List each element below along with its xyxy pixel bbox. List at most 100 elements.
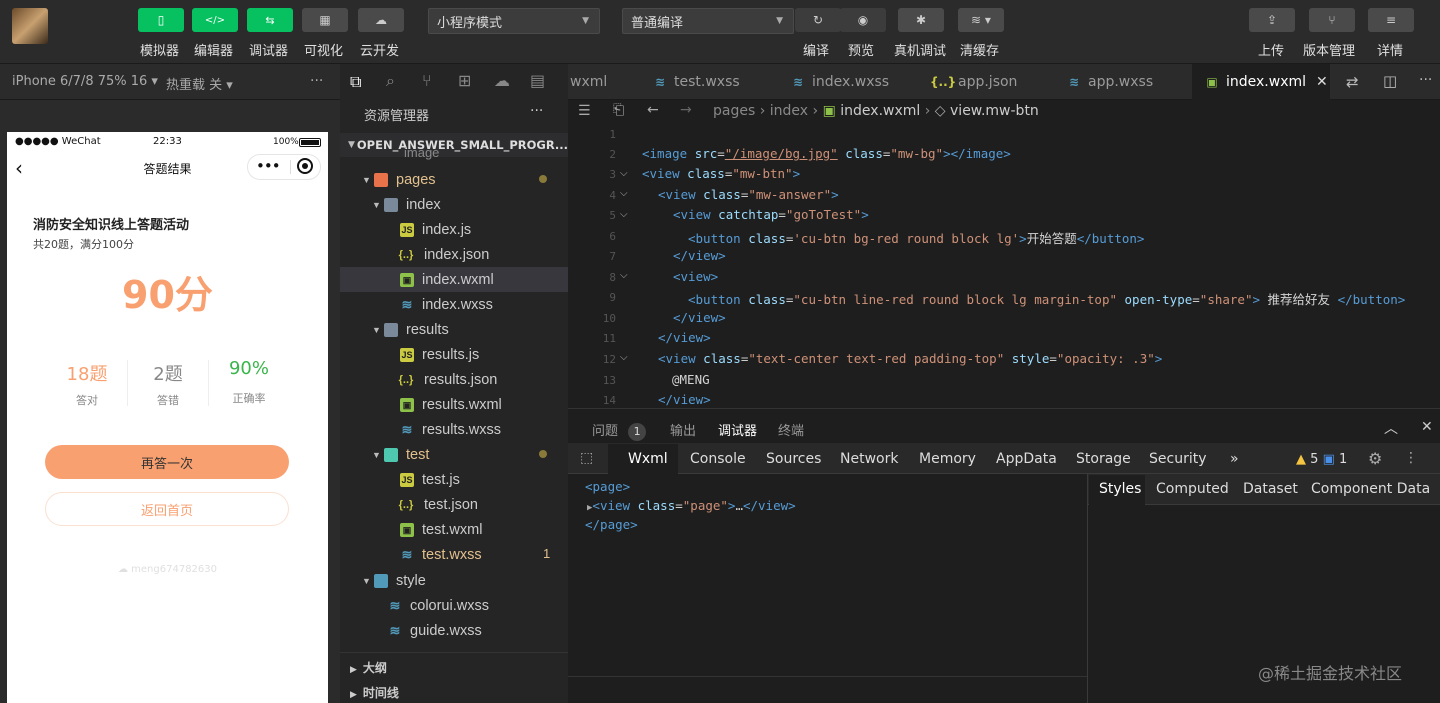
list-icon[interactable]: ☰ xyxy=(578,103,591,119)
tree-item-style-folder[interactable]: ▼ style xyxy=(340,568,568,593)
more-icon[interactable]: ··· xyxy=(1419,72,1432,88)
fold-icon[interactable]: ⌵ xyxy=(620,270,628,281)
compile-button[interactable]: ↻ xyxy=(795,8,841,32)
breadcrumb-item[interactable]: index xyxy=(770,103,808,119)
tab-component-data[interactable]: Component Data xyxy=(1311,481,1430,497)
tree-item-image[interactable]: image xyxy=(340,143,568,161)
tree-item-pages[interactable]: ▼ pages xyxy=(340,167,568,192)
mode-select[interactable]: 小程序模式 ▼ xyxy=(428,8,600,34)
devtab-memory[interactable]: Memory xyxy=(919,451,976,467)
tree-item-test-json[interactable]: {..} test.json xyxy=(340,492,568,517)
devtab-storage[interactable]: Storage xyxy=(1076,451,1131,467)
devtab-console[interactable]: Console xyxy=(690,451,746,467)
compare-icon[interactable]: ⇄ xyxy=(1346,73,1359,91)
tab-debugger[interactable]: 调试器 xyxy=(718,420,758,444)
close-icon[interactable]: ✕ xyxy=(1316,74,1328,90)
avatar[interactable] xyxy=(12,8,48,44)
devtab-security[interactable]: Security xyxy=(1149,451,1207,467)
tab-app-json[interactable]: {..} app.json xyxy=(916,64,1054,100)
tree-item-index-wxml[interactable]: ▣ index.wxml xyxy=(340,267,568,292)
breadcrumb-item[interactable]: pages xyxy=(713,103,755,119)
tab-problems[interactable]: 问题 1 xyxy=(592,420,647,441)
bookmark-icon[interactable]: ⎗ xyxy=(613,102,624,118)
breadcrumb-item[interactable]: view.mw-btn xyxy=(950,103,1039,119)
layout-icon[interactable]: ▤ xyxy=(530,71,545,90)
settings-gear-icon[interactable]: ⚙ xyxy=(1368,449,1382,468)
tab-output[interactable]: 输出 xyxy=(670,420,696,439)
tab-terminal[interactable]: 终端 xyxy=(778,420,804,439)
tree-item-results-json[interactable]: {..} results.json xyxy=(340,367,568,392)
tab-styles[interactable]: Styles xyxy=(1099,481,1141,497)
more-icon[interactable]: ••• xyxy=(256,157,281,175)
tree-item-guide-wxss[interactable]: ≋ guide.wxss xyxy=(340,618,568,643)
tab-wxml[interactable]: wxml xyxy=(568,64,640,100)
close-miniapp-icon[interactable] xyxy=(297,158,313,174)
editor-toggle-button[interactable]: </> xyxy=(192,8,238,32)
tab-dataset[interactable]: Dataset xyxy=(1243,481,1298,497)
tab-app-wxss[interactable]: ≋ app.wxss xyxy=(1054,64,1192,100)
devtab-sources[interactable]: Sources xyxy=(766,451,821,467)
tab-computed[interactable]: Computed xyxy=(1156,481,1229,497)
tree-item-test-folder[interactable]: ▼ test xyxy=(340,442,568,467)
tree-item-results-wxml[interactable]: ▣ results.wxml xyxy=(340,392,568,417)
preview-button[interactable]: ◉ xyxy=(840,8,886,32)
splitter[interactable] xyxy=(1087,474,1088,703)
visual-toggle-button[interactable]: ▦ xyxy=(302,8,348,32)
fold-icon[interactable]: ⌵ xyxy=(620,188,628,199)
devtab-network[interactable]: Network xyxy=(840,451,898,467)
tree-item-test-wxss[interactable]: ≋ test.wxss 1 xyxy=(340,542,568,567)
upload-button[interactable]: ⇪ xyxy=(1249,8,1295,32)
compile-select[interactable]: 普通编译 ▼ xyxy=(622,8,794,34)
back-arrow-icon[interactable]: ← xyxy=(647,102,659,118)
tab-index-wxss[interactable]: ≋ index.wxss xyxy=(778,64,916,100)
devtab-more[interactable]: » xyxy=(1230,451,1239,467)
simulator-toggle-button[interactable]: ▯ xyxy=(138,8,184,32)
dom-node-page-open[interactable]: <page> xyxy=(585,479,630,494)
kebab-menu-icon[interactable]: ⋮ xyxy=(1404,450,1418,466)
explorer-icon[interactable]: ⧉ xyxy=(350,72,361,92)
outline-section[interactable]: ▶ 大纲 xyxy=(350,659,387,676)
fold-icon[interactable]: ⌵ xyxy=(620,209,628,220)
retry-button[interactable]: 再答一次 xyxy=(45,445,289,479)
tree-item-results-wxss[interactable]: ≋ results.wxss xyxy=(340,417,568,442)
tree-item-results-js[interactable]: JS results.js xyxy=(340,342,568,367)
tree-item-test-wxml[interactable]: ▣ test.wxml xyxy=(340,517,568,542)
tab-test-wxss[interactable]: ≋ test.wxss xyxy=(640,64,778,100)
devtab-wxml[interactable]: Wxml xyxy=(628,451,668,467)
extensions-icon[interactable]: ⊞ xyxy=(458,71,471,90)
tree-item-index-folder[interactable]: ▼ index xyxy=(340,192,568,217)
timeline-section[interactable]: ▶ 时间线 xyxy=(350,684,399,701)
split-editor-icon[interactable]: ◫ xyxy=(1383,72,1397,90)
tree-item-test-js[interactable]: JS test.js xyxy=(340,467,568,492)
maximize-panel-icon[interactable]: ︿ xyxy=(1384,418,1398,438)
tab-index-wxml[interactable]: ▣ index.wxml ✕ xyxy=(1192,64,1330,100)
dom-node-view[interactable]: ▶<view class="page">…</view> xyxy=(587,498,796,513)
devtab-appdata[interactable]: AppData xyxy=(996,451,1057,467)
fold-icon[interactable]: ⌵ xyxy=(620,352,628,363)
explorer-more-button[interactable]: ··· xyxy=(530,103,543,119)
clear-cache-button[interactable]: ≋ ▾ xyxy=(958,8,1004,32)
tree-item-results-folder[interactable]: ▼ results xyxy=(340,317,568,342)
close-panel-icon[interactable]: ✕ xyxy=(1421,419,1433,435)
details-button[interactable]: ≡ xyxy=(1368,8,1414,32)
tree-item-index-json[interactable]: {..} index.json xyxy=(340,242,568,267)
source-control-icon[interactable]: ⑂ xyxy=(422,71,432,90)
search-icon[interactable]: ⌕ xyxy=(386,71,395,91)
device-select[interactable]: iPhone 6/7/8 75% 16 ▾ xyxy=(12,74,158,89)
warning-counter[interactable]: ▲ 5 ▣ 1 xyxy=(1296,452,1347,467)
fold-icon[interactable]: ⌵ xyxy=(620,168,628,179)
cloud-icon[interactable]: ☁ xyxy=(494,71,510,90)
remote-debug-button[interactable]: ✱ xyxy=(898,8,944,32)
hotreload-select[interactable]: 热重载 关 ▾ xyxy=(166,74,233,93)
dom-node-page-close[interactable]: </page> xyxy=(585,517,638,532)
tree-item-index-wxss[interactable]: ≋ index.wxss xyxy=(340,292,568,317)
version-button[interactable]: ⑂ xyxy=(1309,8,1355,32)
tree-item-colorui-wxss[interactable]: ≋ colorui.wxss xyxy=(340,593,568,618)
home-button[interactable]: 返回首页 xyxy=(45,492,289,526)
debugger-toggle-button[interactable]: ⇆ xyxy=(247,8,293,32)
cloud-dev-button[interactable]: ☁ xyxy=(358,8,404,32)
tree-item-index-js[interactable]: JS index.js xyxy=(340,217,568,242)
inspect-element-icon[interactable]: ⬚ xyxy=(580,450,593,466)
simulator-more-button[interactable]: ··· xyxy=(310,73,323,89)
breadcrumb-item[interactable]: index.wxml xyxy=(840,103,920,119)
